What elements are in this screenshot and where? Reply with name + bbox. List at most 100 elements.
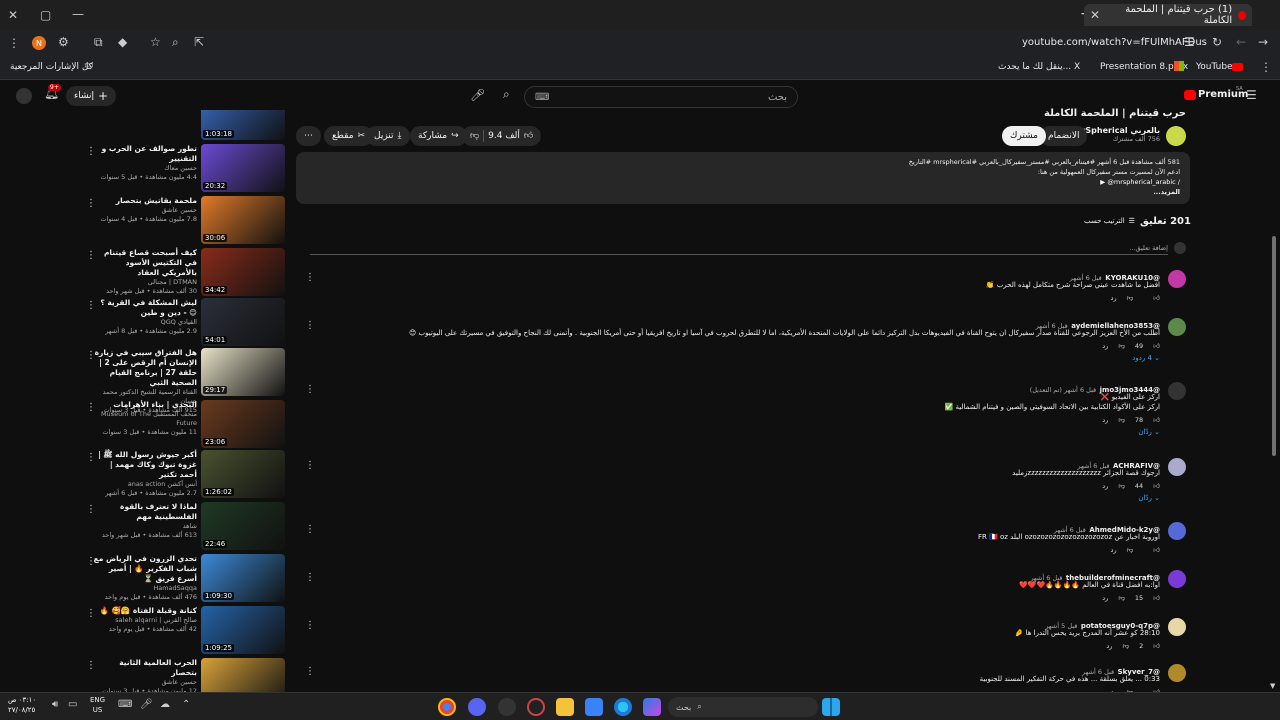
chrome-icon[interactable] [438, 698, 456, 716]
video-title[interactable]: أكبر جيوش رسول الله ﷺ | غزوة تبوك وكاك م… [92, 450, 197, 480]
comment-menu-icon[interactable]: ⋮ [305, 620, 315, 631]
show-hidden-icons-icon[interactable]: ⌃ [182, 699, 190, 710]
like-icon[interactable]: 👍︎ [1153, 416, 1160, 424]
like-icon[interactable]: 👍︎ [1153, 294, 1160, 302]
dislike-icon[interactable]: 👎︎ [470, 131, 479, 141]
menu-dots-icon[interactable]: ⋮ [8, 36, 20, 50]
reply-button[interactable]: رد [1111, 546, 1117, 554]
extension-puzzle-icon[interactable]: ◆ [118, 35, 127, 49]
back-icon[interactable]: → [1258, 35, 1268, 49]
bookmark-youtube[interactable]: YouTube [1196, 62, 1233, 72]
sort-by-button[interactable]: ☰ الترتيب حسب [1084, 217, 1135, 225]
reply-button[interactable]: رد [1102, 482, 1108, 490]
maximize-icon[interactable]: ▢ [40, 8, 51, 22]
comment-menu-icon[interactable]: ⋮ [305, 524, 315, 535]
hamburger-menu-icon[interactable]: ☰ [1246, 88, 1257, 102]
commenter-avatar[interactable] [1168, 618, 1186, 636]
onedrive-icon[interactable]: ☁ [160, 699, 170, 710]
taskbar-search[interactable]: ⌕ بحث [668, 697, 818, 717]
add-comment-input[interactable]: إضافة تعليق... [310, 244, 1168, 255]
file-explorer-icon[interactable] [556, 698, 574, 716]
video-channel[interactable]: أنس آكشن anas action [92, 480, 197, 489]
description-link[interactable]: ▶ @mrspherical_arabic / [1100, 178, 1180, 186]
dislike-icon[interactable]: 👎︎ [1122, 642, 1129, 650]
like-dislike-button[interactable]: 👎︎ 9.4 ألف 👍︎ [462, 126, 542, 146]
video-thumbnail[interactable] [201, 658, 285, 692]
related-video-item[interactable]: الحرب العالمية الثانية بتحصار حسين عاشق … [0, 658, 290, 692]
volume-icon[interactable]: 🔊︎ [52, 699, 58, 710]
video-thumbnail[interactable]: 23:06 [201, 400, 285, 448]
more-options-icon[interactable]: ⋮ [86, 556, 96, 567]
discord-icon[interactable] [468, 698, 486, 716]
page-scrollbar[interactable] [1272, 236, 1276, 456]
related-video-item[interactable]: 23:06 التحدي | بناء الأهرامات متحف المست… [0, 400, 290, 448]
reload-icon[interactable]: ↻ [1212, 35, 1222, 49]
reply-button[interactable]: رد [1111, 294, 1117, 302]
video-channel[interactable]: القيادي QGQ [92, 318, 197, 327]
site-settings-icon[interactable]: ☰ [1184, 35, 1195, 49]
commenter-avatar[interactable] [1168, 664, 1186, 682]
keyboard-icon[interactable]: ⌨ [535, 92, 549, 103]
commenter-avatar[interactable] [1168, 382, 1186, 400]
reply-button[interactable]: رد [1102, 416, 1108, 424]
more-options-icon[interactable]: ⋮ [86, 198, 96, 209]
commenter-avatar[interactable] [1168, 270, 1186, 288]
dislike-icon[interactable]: 👎︎ [1127, 546, 1134, 554]
tab-close-icon[interactable]: ✕ [1090, 8, 1100, 22]
like-icon[interactable]: 👍︎ [524, 131, 533, 141]
close-window-icon[interactable]: ✕ [8, 8, 18, 22]
start-windows-icon[interactable] [822, 698, 840, 716]
more-options-icon[interactable]: ⋮ [86, 504, 96, 515]
video-title[interactable]: تطور صوالف عن الحرب و التقنيير [92, 144, 197, 164]
share-button[interactable]: مشاركة ↪ [410, 126, 467, 146]
dislike-icon[interactable]: 👎︎ [1118, 482, 1125, 490]
video-thumbnail[interactable]: 34:42 [201, 248, 285, 296]
install-icon[interactable]: ⇱ [194, 35, 204, 49]
related-video-item[interactable]: 30:06 ملحمة بقاتيش بتحصار حسين عاشق 7.8 … [0, 196, 290, 244]
more-options-icon[interactable]: ⋮ [86, 250, 96, 261]
like-icon[interactable]: 👍︎ [1153, 342, 1160, 350]
dislike-icon[interactable]: 👎︎ [1118, 342, 1125, 350]
video-thumbnail[interactable]: 1:26:02 [201, 450, 285, 498]
video-thumbnail[interactable]: 22:46 [201, 502, 285, 550]
dislike-icon[interactable]: 👎︎ [1118, 594, 1125, 602]
video-thumbnail[interactable]: 20:32 [201, 144, 285, 192]
more-options-icon[interactable]: ⋮ [86, 660, 96, 671]
microphone-icon[interactable]: 🎤︎ [140, 699, 153, 710]
video-channel[interactable]: صالح القرني | saleh alqarni [92, 616, 197, 625]
active-tab[interactable]: (1) حرب قيتنام | الملحمة الكاملة ✕ [1084, 4, 1252, 26]
reply-button[interactable]: رد [1106, 642, 1112, 650]
dislike-icon[interactable]: 👎︎ [1127, 294, 1134, 302]
view-replies-button[interactable]: ⌄ ردّان [1138, 494, 1160, 502]
account-avatar[interactable] [16, 88, 32, 104]
copilot-icon[interactable] [643, 698, 661, 716]
extensions-icon[interactable]: ⚙ [58, 35, 69, 49]
related-video-item[interactable]: 20:32 تطور صوالف عن الحرب و التقنيير حسي… [0, 144, 290, 192]
minimize-icon[interactable]: — [72, 7, 84, 21]
subscribed-button[interactable]: مشترك [1002, 126, 1046, 146]
search-input[interactable]: بحث ⌨ [524, 86, 798, 108]
view-replies-button[interactable]: ⌄ ردّان [1138, 428, 1160, 436]
related-video-item[interactable]: 34:42 كيف أصبحت قصاع قيتنام في التكتيس ا… [0, 248, 290, 296]
comment-menu-icon[interactable]: ⋮ [305, 572, 315, 583]
video-title[interactable]: ليش المشكلة في القرية ؟ 😊 - دين و طين [92, 298, 197, 318]
related-video-item[interactable]: 1:09:25 كنانة وقبلة الفتاة 🤗🥰 🔥 صالح الق… [0, 606, 290, 654]
video-thumbnail[interactable]: 30:06 [201, 196, 285, 244]
language-indicator[interactable]: ENG US [90, 695, 105, 715]
reply-button[interactable]: رد [1102, 594, 1108, 602]
like-icon[interactable]: 👍︎ [1153, 642, 1160, 650]
comment-menu-icon[interactable]: ⋮ [305, 666, 315, 677]
like-icon[interactable]: 👍︎ [1153, 546, 1160, 554]
dislike-icon[interactable]: 👎︎ [1118, 416, 1125, 424]
clip-button[interactable]: مقطع ✂ [324, 126, 374, 146]
youtube-logo-icon[interactable] [1184, 90, 1196, 100]
tab-search-icon[interactable]: ⧉ [94, 35, 103, 50]
video-thumbnail[interactable]: 1:09:30 [201, 554, 285, 602]
video-channel[interactable]: حسين معاك [92, 164, 197, 173]
network-icon[interactable]: ▭ [68, 699, 77, 710]
video-channel[interactable]: شاهد [92, 522, 197, 531]
video-channel[interactable]: DTMAN | مجنالى [92, 278, 197, 287]
keyboard-icon[interactable]: ⌨ [118, 699, 132, 710]
video-title[interactable]: التحدي | بناء الأهرامات [92, 400, 197, 410]
reply-button[interactable]: رد [1102, 342, 1108, 350]
